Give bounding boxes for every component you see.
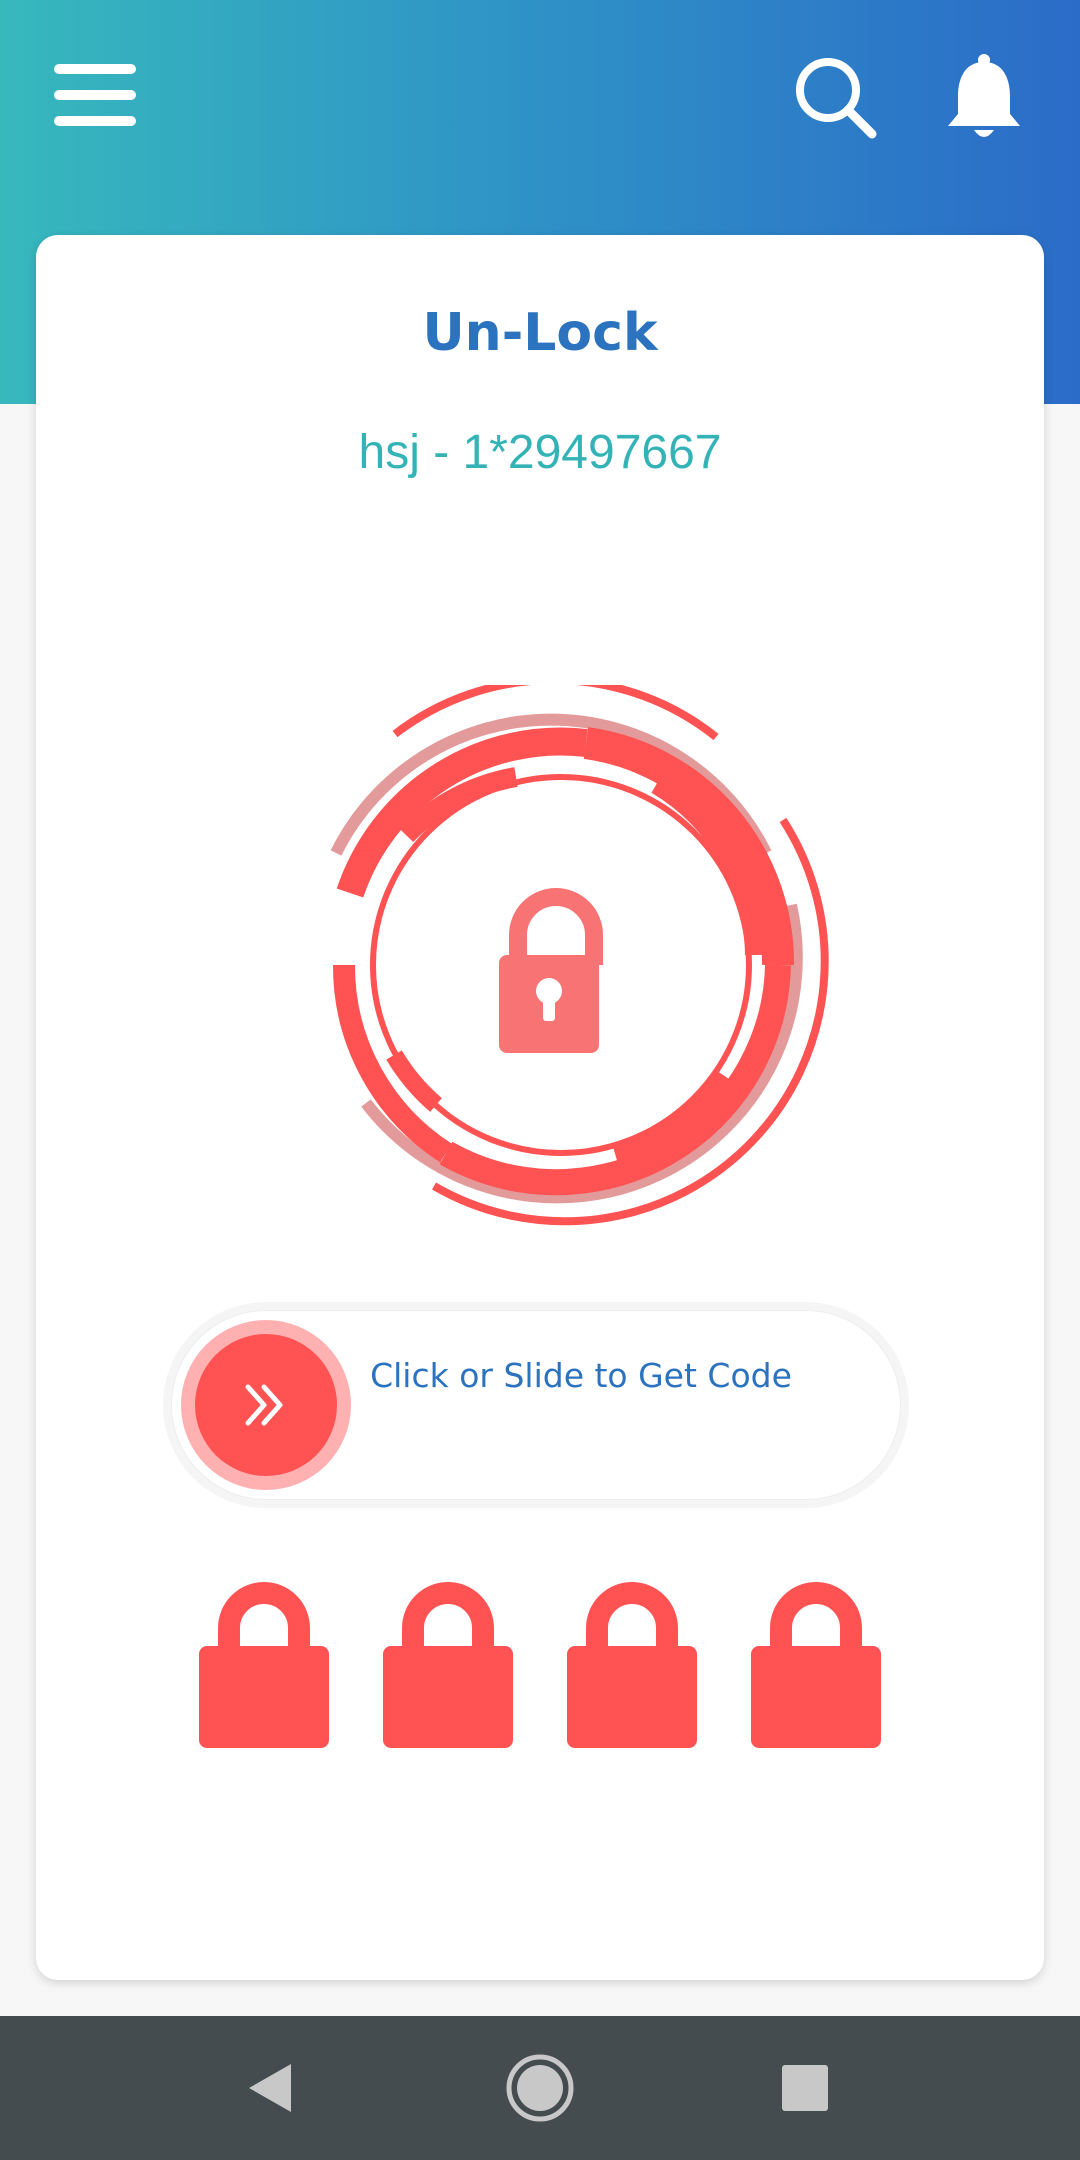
lock-icon — [751, 1580, 881, 1748]
get-code-slider[interactable]: Click or Slide to Get Code — [171, 1310, 901, 1500]
slider-label: Click or Slide to Get Code — [370, 1356, 792, 1395]
search-icon[interactable] — [790, 52, 880, 142]
back-triangle-icon[interactable] — [210, 2016, 330, 2160]
bell-icon[interactable] — [944, 52, 1024, 142]
slider-knob[interactable] — [181, 1320, 351, 1490]
lock-icon — [499, 888, 603, 1053]
double-chevron-right-icon — [195, 1334, 337, 1476]
home-circle-icon[interactable] — [480, 2016, 600, 2160]
recents-square-icon[interactable] — [745, 2016, 865, 2160]
lock-icon — [567, 1580, 697, 1748]
lock-icon — [383, 1580, 513, 1748]
device-id-label: hsj - 1*29497667 — [358, 426, 722, 479]
system-nav-bar — [0, 2016, 1080, 2160]
unlock-card: Un-Lock hsj - 1*29497667 Click or Slide … — [36, 235, 1044, 1980]
page-title: Un-Lock — [422, 303, 658, 363]
code-locks-row — [199, 1580, 899, 1750]
lock-status-graphic[interactable] — [286, 676, 846, 1245]
hamburger-menu-icon[interactable] — [52, 60, 138, 130]
lock-icon — [199, 1580, 329, 1748]
